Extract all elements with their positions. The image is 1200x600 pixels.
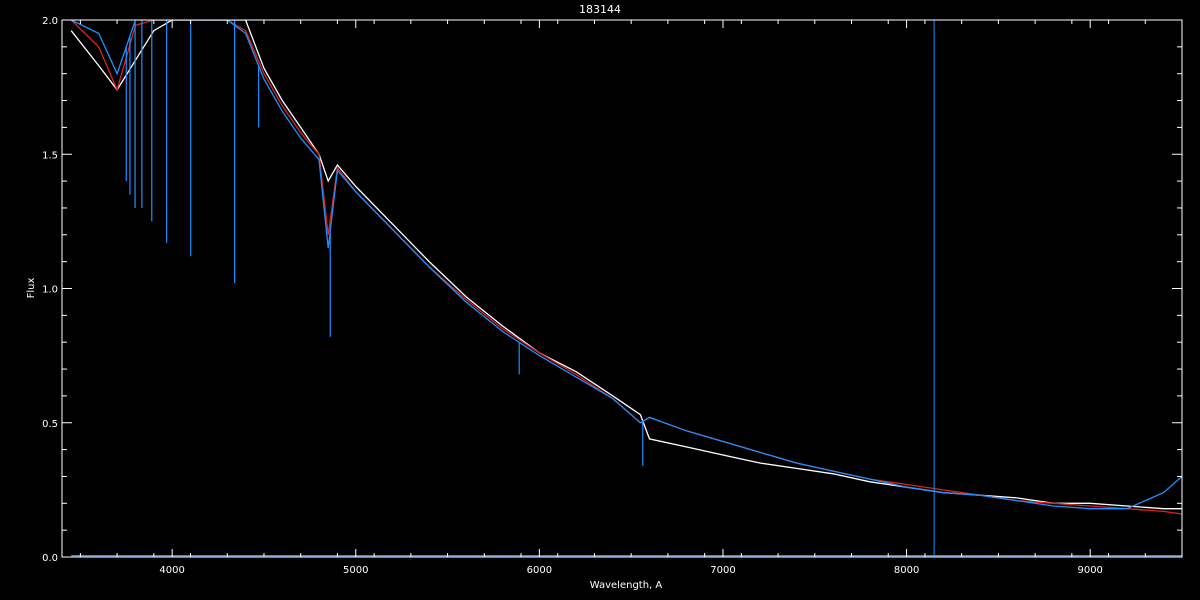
x-tick-label: 6000 (527, 565, 552, 576)
x-tick-label: 9000 (1077, 565, 1102, 576)
x-tick-label: 8000 (894, 565, 919, 576)
x-tick-label: 4000 (159, 565, 184, 576)
x-tick-label: 7000 (710, 565, 735, 576)
y-tick-label: 0.0 (42, 553, 58, 564)
x-axis-label: Wavelength, A (590, 580, 663, 591)
y-tick-label: 2.0 (42, 16, 58, 27)
chart-background (0, 0, 1200, 600)
y-tick-label: 0.5 (42, 419, 58, 430)
y-tick-label: 1.5 (42, 150, 58, 161)
y-tick-label: 1.0 (42, 285, 58, 296)
chart-title: 183144 (579, 3, 621, 16)
x-tick-label: 5000 (343, 565, 368, 576)
spectrum-chart: 183144 Wavelength, A Flux 4000 5000 6000 70… (0, 0, 1200, 600)
y-axis-label: Flux (26, 278, 37, 299)
